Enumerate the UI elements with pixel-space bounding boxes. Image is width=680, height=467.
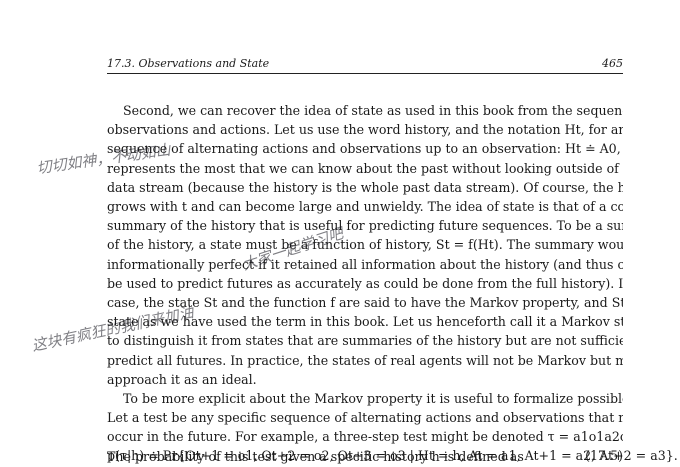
text-line: case, the state St and the function f ar… (107, 295, 623, 311)
body-text: Second, we can recover the idea of state… (107, 101, 623, 466)
equation-17-5: p(τ|h) ≐ Pr{Ot+1 = o1, Ot+2 = o2, Ot+3 =… (107, 447, 678, 465)
running-head: 17.3. Observations and State 465 (107, 57, 623, 73)
text-line: to distinguish it from states that are s… (107, 333, 623, 349)
text-line: grows with t and can become large and un… (107, 199, 623, 215)
text-line: data stream (because the history is the … (107, 179, 623, 195)
text-line: Let a test be any specific sequence of a… (107, 410, 623, 426)
equation-number: (17.5) (585, 448, 623, 463)
text-line: occur in the future. For example, a thre… (107, 429, 623, 445)
book-page: 17.3. Observations and State 465 Second,… (0, 0, 680, 467)
text-line: summary of the history that is useful fo… (107, 218, 623, 234)
text-line: be used to predict futures as accurately… (107, 275, 623, 291)
text-line: Second, we can recover the idea of state… (123, 103, 623, 118)
paragraph-state-from-history: Second, we can recover the idea of state… (107, 101, 623, 389)
text-line: represents the most that we can know abo… (107, 160, 623, 176)
text-line: sequence of alternating actions and obse… (107, 141, 623, 157)
page-number: 465 (602, 57, 623, 70)
text-line: of the history, a state must be a functi… (107, 237, 623, 253)
text-line: predict all futures. In practice, the st… (107, 352, 623, 368)
text-line: informationally perfect if it retained a… (107, 256, 623, 272)
header-rule (107, 73, 623, 74)
text-line: state as we have used the term in this b… (107, 314, 623, 330)
section-title: 17.3. Observations and State (107, 57, 270, 70)
text-line: To be more explicit about the Markov pro… (123, 391, 623, 407)
text-line: approach it as an ideal. (107, 371, 257, 387)
text-line: observations and actions. Let us use the… (107, 122, 623, 138)
